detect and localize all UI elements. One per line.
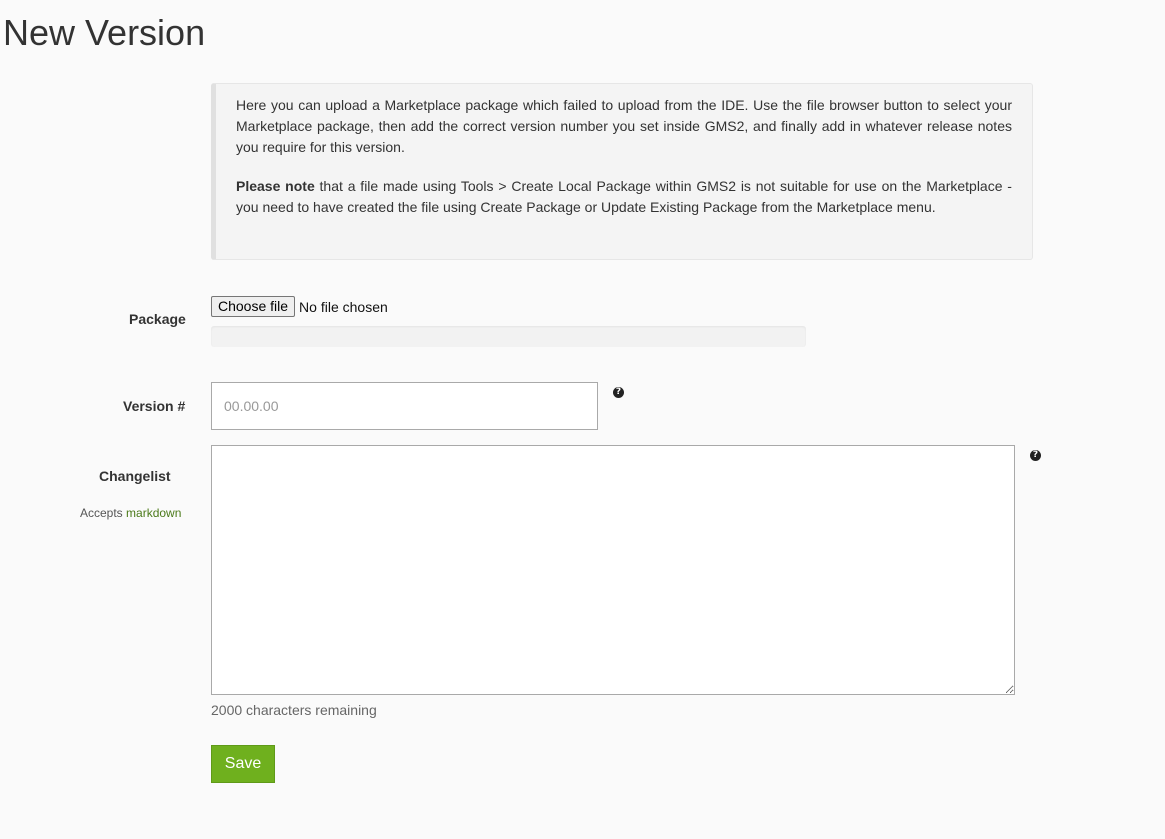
package-label: Package bbox=[129, 311, 186, 327]
accepts-prefix: Accepts bbox=[80, 506, 127, 520]
file-status: No file chosen bbox=[299, 298, 388, 315]
choose-file-button[interactable]: Choose file bbox=[211, 296, 296, 317]
changelist-label: Changelist bbox=[99, 468, 171, 484]
info-box: Here you can upload a Marketplace packag… bbox=[211, 83, 1033, 260]
info-note: Please note that a file made using Tools… bbox=[236, 176, 1012, 218]
info-paragraph: Here you can upload a Marketplace packag… bbox=[236, 97, 1012, 155]
info-note-text: that a file made using Tools > Create Lo… bbox=[236, 178, 1012, 215]
accepts-markdown-note: Accepts markdown bbox=[80, 506, 181, 520]
save-button[interactable]: Save bbox=[211, 745, 275, 783]
question-circle-icon[interactable]: ? bbox=[1030, 450, 1041, 461]
chars-remaining: 2000 characters remaining bbox=[211, 702, 377, 718]
changelist-textarea[interactable] bbox=[211, 445, 1015, 695]
question-circle-icon[interactable]: ? bbox=[613, 387, 624, 398]
page-title: New Version bbox=[3, 12, 206, 53]
info-note-bold: Please note bbox=[236, 178, 315, 194]
markdown-link[interactable]: markdown bbox=[126, 506, 181, 520]
upload-progress-bar bbox=[211, 326, 806, 347]
version-label: Version # bbox=[123, 398, 186, 414]
file-input[interactable]: Choose file No file chosen bbox=[211, 296, 388, 317]
page: New Version Here you can upload a Market… bbox=[0, 0, 1165, 839]
version-input[interactable] bbox=[211, 382, 598, 430]
